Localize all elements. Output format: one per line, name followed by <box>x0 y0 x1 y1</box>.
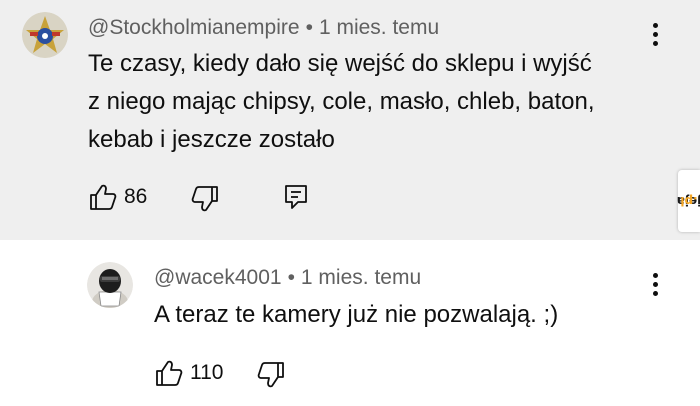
reply-icon <box>285 185 307 209</box>
thumbs-down-icon <box>257 362 284 388</box>
comment-1-text-line: z niego mając chipsy, cole, masło, chleb… <box>88 88 595 115</box>
like-count: 86 <box>124 185 148 208</box>
thumbs-up-icon <box>156 360 183 386</box>
comment-1-author[interactable]: @Stockholmianempire <box>88 16 300 39</box>
comment-1-meta: @Stockholmianempire • 1 mies. temu <box>88 16 439 40</box>
comment-1-text-line: Te czasy, kiedy dało się wejść do sklepu… <box>88 50 592 77</box>
reply-button[interactable] <box>282 182 310 212</box>
comment-2-text-line: A teraz te kamery już nie pozwalają. ;) <box>154 301 559 328</box>
comment-1-text-line: kebab i jeszcze zostało <box>88 126 335 153</box>
comment-1-time[interactable]: 1 mies. temu <box>319 16 439 39</box>
thumbs-up-icon <box>90 184 117 210</box>
comment-2-meta: @wacek4001 • 1 mies. temu <box>154 266 421 290</box>
comment-2-avatar[interactable] <box>87 262 133 308</box>
comment-2-time[interactable]: 1 mies. temu <box>301 266 421 289</box>
reply-dislike-button[interactable] <box>256 360 286 390</box>
meta-separator: • <box>287 266 295 289</box>
reply-like-count: 110 <box>190 361 224 384</box>
like-button[interactable]: 86 <box>88 182 147 212</box>
watermark-logo: jeja .pl <box>677 170 700 232</box>
reply-like-button[interactable]: 110 <box>154 358 223 388</box>
meta-separator: • <box>305 16 313 39</box>
thumbs-down-icon <box>191 186 218 212</box>
watermark-part2: .pl <box>680 194 698 208</box>
comment-2-more-icon[interactable] <box>644 270 668 300</box>
comment-1-text: Te czasy, kiedy dało się wejść do sklepu… <box>88 45 594 159</box>
comment-2-author[interactable]: @wacek4001 <box>154 266 282 289</box>
comment-1: @Stockholmianempire • 1 mies. temu Te czas… <box>0 0 700 240</box>
dislike-button[interactable] <box>190 184 220 214</box>
comment-1-more-icon[interactable] <box>644 20 668 50</box>
comment-2-text: A teraz te kamery już nie pozwalają. ;) <box>154 296 558 334</box>
comment-1-avatar[interactable] <box>22 12 68 58</box>
